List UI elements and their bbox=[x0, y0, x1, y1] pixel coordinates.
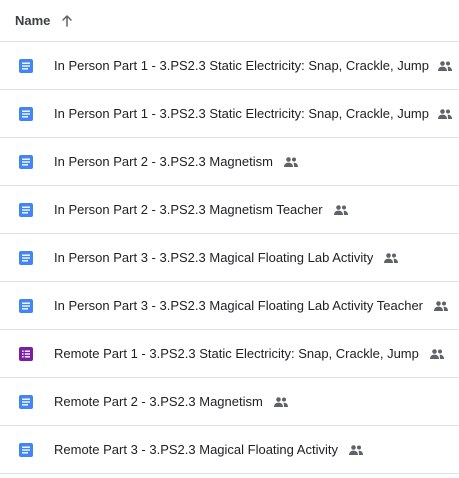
file-row[interactable]: In Person Part 1 - 3.PS2.3 Static Electr… bbox=[0, 90, 459, 138]
file-list: In Person Part 1 - 3.PS2.3 Static Electr… bbox=[0, 42, 459, 474]
shared-people-icon bbox=[437, 58, 453, 74]
file-row[interactable]: Remote Part 1 - 3.PS2.3 Static Electrici… bbox=[0, 330, 459, 378]
file-row[interactable]: In Person Part 2 - 3.PS2.3 Magnetism Tea… bbox=[0, 186, 459, 234]
file-name: In Person Part 2 - 3.PS2.3 Magnetism bbox=[54, 154, 273, 169]
file-name: In Person Part 2 - 3.PS2.3 Magnetism Tea… bbox=[54, 202, 323, 217]
file-name: In Person Part 1 - 3.PS2.3 Static Electr… bbox=[54, 106, 429, 121]
name-column-header[interactable]: Name bbox=[15, 13, 50, 28]
google-docs-icon bbox=[18, 250, 34, 266]
file-row[interactable]: In Person Part 2 - 3.PS2.3 Magnetism bbox=[0, 138, 459, 186]
google-docs-icon bbox=[18, 442, 34, 458]
file-name: Remote Part 3 - 3.PS2.3 Magical Floating… bbox=[54, 442, 338, 457]
shared-people-icon bbox=[348, 442, 364, 458]
shared-people-icon bbox=[273, 394, 289, 410]
file-row[interactable]: In Person Part 3 - 3.PS2.3 Magical Float… bbox=[0, 234, 459, 282]
file-name: In Person Part 1 - 3.PS2.3 Static Electr… bbox=[54, 58, 429, 73]
google-docs-icon bbox=[18, 58, 34, 74]
arrow-up-icon[interactable] bbox=[60, 14, 74, 28]
shared-people-icon bbox=[333, 202, 349, 218]
google-docs-icon bbox=[18, 154, 34, 170]
google-forms-icon bbox=[18, 346, 34, 362]
file-name: In Person Part 3 - 3.PS2.3 Magical Float… bbox=[54, 298, 424, 313]
file-name: Remote Part 2 - 3.PS2.3 Magnetism bbox=[54, 394, 263, 409]
file-row[interactable]: In Person Part 3 - 3.PS2.3 Magical Float… bbox=[0, 282, 459, 330]
google-docs-icon bbox=[18, 394, 34, 410]
shared-people-icon bbox=[383, 250, 399, 266]
file-row[interactable]: In Person Part 1 - 3.PS2.3 Static Electr… bbox=[0, 42, 459, 90]
google-docs-icon bbox=[18, 202, 34, 218]
column-header: Name bbox=[0, 0, 459, 42]
file-row[interactable]: Remote Part 2 - 3.PS2.3 Magnetism bbox=[0, 378, 459, 426]
google-docs-icon bbox=[18, 106, 34, 122]
file-name: In Person Part 3 - 3.PS2.3 Magical Float… bbox=[54, 250, 374, 265]
shared-people-icon bbox=[283, 154, 299, 170]
file-row[interactable]: Remote Part 3 - 3.PS2.3 Magical Floating… bbox=[0, 426, 459, 474]
shared-people-icon bbox=[429, 346, 445, 362]
shared-people-icon bbox=[437, 106, 453, 122]
shared-people-icon bbox=[433, 298, 449, 314]
file-name: Remote Part 1 - 3.PS2.3 Static Electrici… bbox=[54, 346, 419, 361]
google-docs-icon bbox=[18, 298, 34, 314]
